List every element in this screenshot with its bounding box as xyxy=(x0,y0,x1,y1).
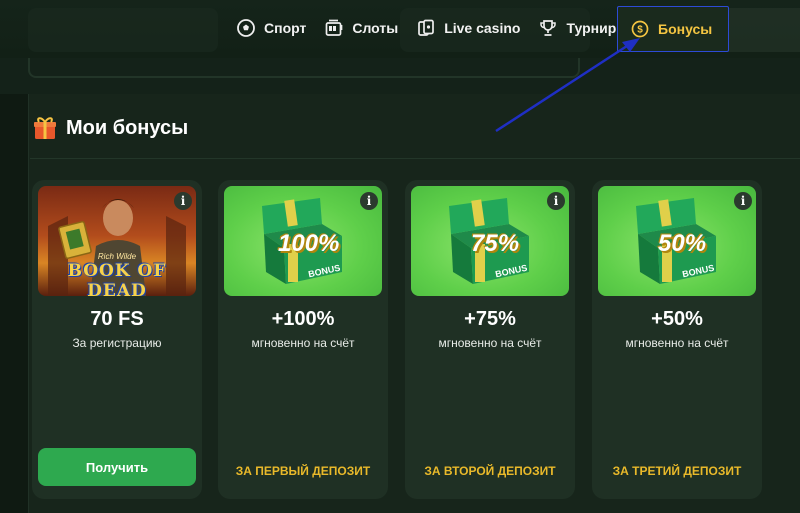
nav-item-live-casino[interactable]: Live casino xyxy=(416,18,520,38)
bonus-amount: +50% xyxy=(651,308,703,330)
bonus-condition: ЗА ПЕРВЫЙ ДЕПОЗИТ xyxy=(235,464,371,478)
bonus-description: мгновенно на счёт xyxy=(251,336,355,350)
info-icon[interactable]: i xyxy=(360,192,378,210)
bonus-amount: 70 FS xyxy=(90,308,144,330)
bonus-card-registration: Rich Wilde BOOK OF DEAD i 70 FS За регис… xyxy=(32,180,202,499)
trophy-icon xyxy=(540,20,557,36)
claim-button[interactable]: Получить xyxy=(38,448,196,486)
cards-icon xyxy=(418,19,435,36)
bonus-card-second-deposit: 75% BONUS i +75% мгновенно на счёт ЗА ВТ… xyxy=(405,180,575,499)
header-panel-right xyxy=(720,8,800,52)
chest-percent: 100% xyxy=(278,230,340,257)
image-title: BOOK OF DEAD xyxy=(67,261,167,296)
bonus-chest-image: 100% BONUS xyxy=(224,186,382,296)
bonus-amount: +75% xyxy=(464,308,516,330)
bonus-description: мгновенно на счёт xyxy=(438,336,542,350)
nav-item-tournaments[interactable]: Турниры xyxy=(538,18,628,38)
section-title-text: Мои бонусы xyxy=(66,116,189,139)
nav-item-label: Live casino xyxy=(444,20,521,36)
nav-item-sport[interactable]: Спорт xyxy=(236,18,306,38)
header-underlay xyxy=(0,58,800,94)
bonus-description: мгновенно на счёт xyxy=(625,336,729,350)
nav-item-label: Слоты xyxy=(352,20,399,36)
nav-item-slots[interactable]: Слоты xyxy=(324,18,398,38)
book-of-dead-image: Rich Wilde BOOK OF DEAD xyxy=(38,186,196,296)
bonus-description: За регистрацию xyxy=(72,336,162,350)
slot-machine-icon xyxy=(325,19,343,36)
svg-text:$: $ xyxy=(637,25,643,36)
section-title: Мои бонусы xyxy=(32,115,188,141)
bonus-card-first-deposit: 100% BONUS i +100% мгновенно на счёт ЗА … xyxy=(218,180,388,499)
section-divider xyxy=(30,158,800,159)
info-icon[interactable]: i xyxy=(174,192,192,210)
soccer-ball-icon xyxy=(237,19,255,37)
gift-icon xyxy=(34,117,56,139)
bonus-amount: +100% xyxy=(271,308,335,330)
nav-item-label: Спорт xyxy=(264,20,307,36)
header-pane-outline xyxy=(28,58,580,78)
chest-percent: 50% xyxy=(658,230,707,257)
bonus-card-third-deposit: 50% BONUS i +50% мгновенно на счёт ЗА ТР… xyxy=(592,180,762,499)
header-panel-left xyxy=(28,8,218,52)
nav-item-bonuses[interactable]: $ Бонусы xyxy=(617,6,730,52)
image-subtitle: Rich Wilde xyxy=(97,252,137,261)
bonus-condition: ЗА ТРЕТИЙ ДЕПОЗИТ xyxy=(612,464,742,478)
bonus-chest-image: 50% BONUS xyxy=(598,186,756,296)
info-icon[interactable]: i xyxy=(734,192,752,210)
bonus-condition: ЗА ВТОРОЙ ДЕПОЗИТ xyxy=(424,464,556,478)
bonus-chest-image: 75% BONUS xyxy=(411,186,569,296)
top-bar: Спорт Слоты Live casino Турниры $ Бонусы xyxy=(0,0,800,58)
coin-icon: $ xyxy=(631,20,649,38)
info-icon[interactable]: i xyxy=(547,192,565,210)
chest-percent: 75% xyxy=(471,230,520,257)
main-nav: Спорт Слоты Live casino Турниры $ Бонусы xyxy=(236,6,730,52)
nav-item-label: Бонусы xyxy=(658,21,713,37)
